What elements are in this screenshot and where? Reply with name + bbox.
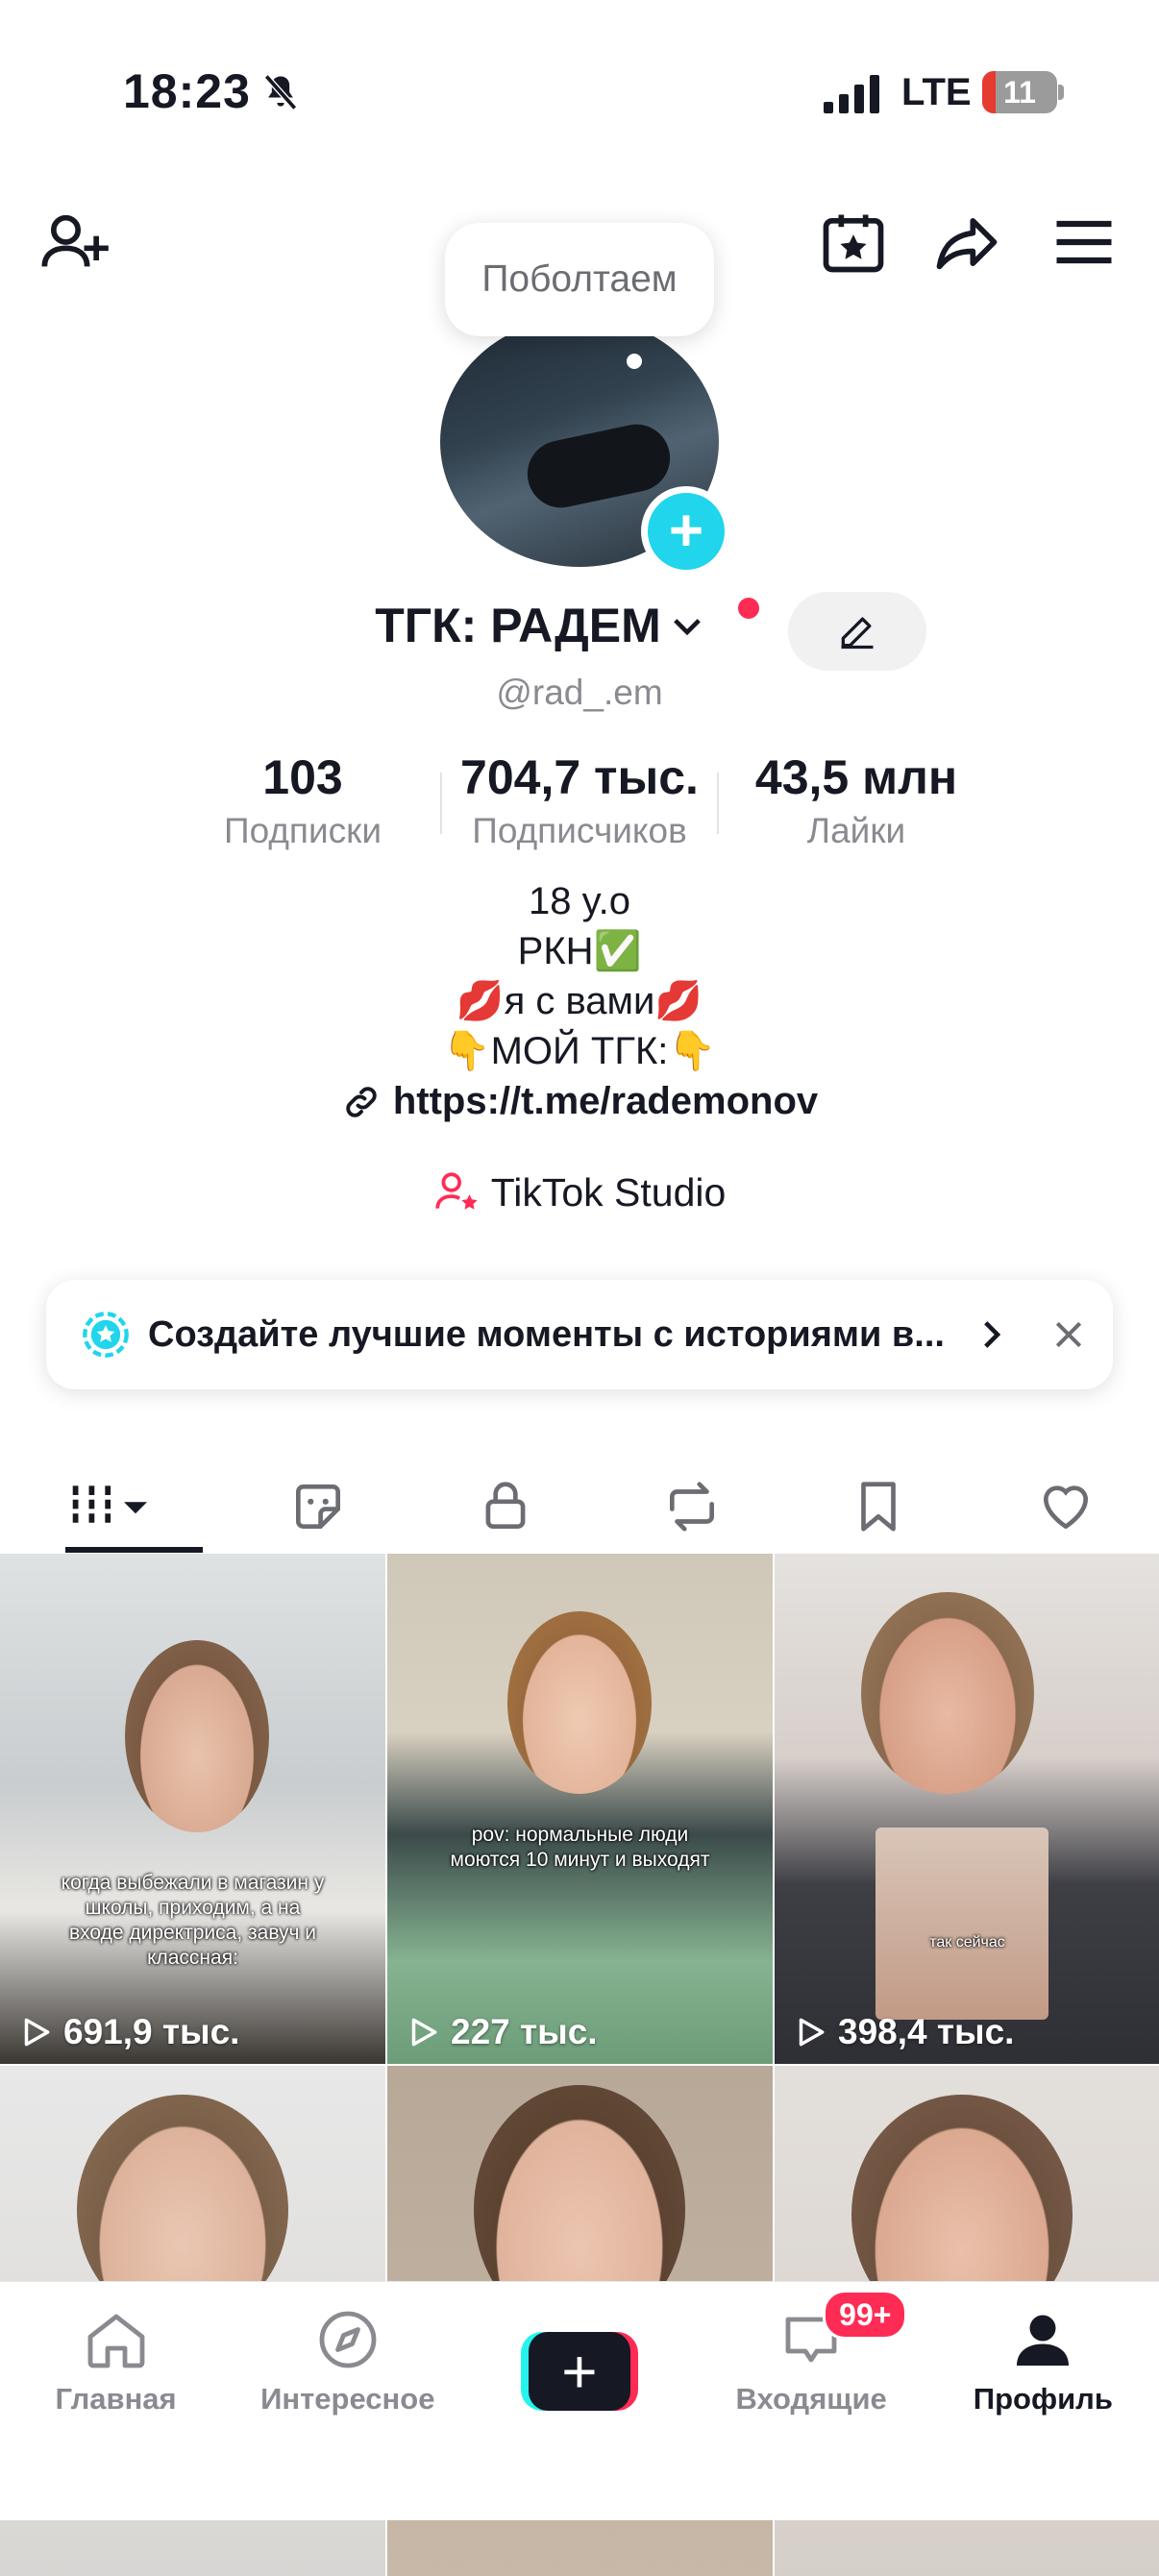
banner-text: Создайте лучшие моменты с историями в... — [148, 1313, 945, 1355]
bio-link[interactable]: https://t.me/rademonov — [0, 1080, 1159, 1123]
plus-icon: + — [528, 2332, 630, 2411]
note-bubble-tail — [627, 354, 642, 369]
notification-dot — [738, 598, 759, 619]
inbox-badge: 99+ — [823, 2290, 908, 2340]
view-count-text: 691,9 тыс. — [63, 2012, 240, 2051]
stat-following[interactable]: 103 Подписки — [173, 749, 432, 851]
compass-icon — [319, 2311, 377, 2368]
stat-likes[interactable]: 43,5 млн Лайки — [727, 749, 986, 851]
studio-label: TikTok Studio — [490, 1169, 727, 1214]
bell-muted-icon — [259, 71, 302, 113]
grid-icon — [72, 1485, 148, 1528]
chevron-right-icon[interactable] — [971, 1314, 1011, 1355]
stat-value: 43,5 млн — [754, 750, 958, 804]
profile-tabs — [0, 1460, 1159, 1553]
divider — [440, 773, 442, 834]
sticker-icon — [296, 1484, 341, 1529]
view-count: 398,4 тыс. — [792, 2012, 1014, 2052]
play-icon — [799, 2018, 825, 2047]
stat-label: Лайки — [806, 811, 906, 850]
stories-banner[interactable]: Создайте лучшие моменты с историями в... — [46, 1280, 1113, 1389]
bio-line: 💋я с вами💋 — [456, 980, 703, 1022]
bottom-nav: Главная Интересное + 99+ Входящие Профил… — [0, 2281, 1159, 2520]
view-count: 227 тыс. — [405, 2012, 598, 2052]
nav-home[interactable]: Главная — [11, 2282, 222, 2520]
video-thumbnail — [125, 1640, 269, 1832]
nav-label: Входящие — [735, 2382, 887, 2416]
active-tab-indicator — [65, 1547, 203, 1553]
nav-label: Интересное — [260, 2382, 435, 2416]
nickname: ТГК: РАДЕМ — [375, 599, 661, 652]
nickname-row[interactable]: ТГК: РАДЕМ — [0, 598, 1159, 653]
link-icon — [346, 1086, 377, 1117]
heart-icon — [1043, 1485, 1088, 1530]
nav-label: Профиль — [973, 2382, 1113, 2416]
video-tile[interactable]: когда выбежали в магазин у школы, приход… — [0, 1554, 385, 2064]
edit-profile-button[interactable] — [788, 592, 926, 671]
battery-cap — [1058, 85, 1064, 100]
signal-icon — [824, 75, 883, 113]
video-caption: так сейчас — [929, 1934, 1005, 1950]
tab-private[interactable] — [453, 1468, 558, 1545]
battery-level: 11 — [1003, 74, 1036, 110]
home-icon — [87, 2314, 144, 2368]
divider — [717, 773, 719, 834]
view-count-text: 227 тыс. — [451, 2012, 598, 2051]
bio-line: 18 y.o — [529, 880, 630, 922]
stats-row: 103 Подписки 704,7 тыс. Подписчиков 43,5… — [173, 749, 986, 851]
bio-line: 👇МОЙ ТГК:👇 — [442, 1030, 717, 1072]
tab-liked[interactable] — [1013, 1468, 1119, 1545]
repost-icon — [670, 1482, 715, 1532]
battery-icon: 11 — [982, 71, 1057, 113]
pencil-icon — [841, 617, 874, 650]
studio-icon — [434, 1172, 478, 1210]
video-thumbnail — [507, 1611, 652, 1794]
stat-label: Подписки — [223, 811, 382, 850]
stat-followers[interactable]: 704,7 тыс. Подписчиков — [450, 749, 709, 851]
link-text: https://t.me/rademonov — [392, 1080, 819, 1122]
close-icon[interactable] — [1049, 1315, 1088, 1354]
view-count: 691,9 тыс. — [17, 2012, 239, 2052]
nav-inbox[interactable]: 99+ Входящие — [705, 2282, 917, 2520]
username: @rad_.em — [496, 673, 663, 712]
profile-icon — [1017, 2315, 1070, 2366]
video-caption: когда выбежали в магазин у школы, приход… — [61, 1872, 325, 1969]
nav-create[interactable]: + — [474, 2282, 685, 2520]
nav-label: Главная — [55, 2382, 177, 2416]
stat-value: 704,7 тыс. — [460, 750, 699, 804]
nav-discover[interactable]: Интересное — [242, 2282, 454, 2520]
video-tile[interactable]: pov: нормальные люди моются 10 минут и в… — [387, 1554, 773, 2064]
play-icon — [24, 2018, 50, 2047]
tab-favorites[interactable] — [826, 1468, 931, 1545]
video-tile[interactable]: так сейчас 398,4 тыс. — [775, 1554, 1159, 2064]
add-friend-icon[interactable] — [38, 206, 111, 279]
tab-reposts[interactable] — [639, 1468, 745, 1545]
network-label: LTE — [901, 71, 972, 113]
tab-videos[interactable] — [40, 1468, 185, 1545]
video-inset — [875, 1828, 1048, 2020]
video-caption: pov: нормальные люди моются 10 минут и в… — [450, 1824, 710, 1871]
story-star-icon — [83, 1312, 129, 1358]
create-button[interactable]: + — [520, 2332, 638, 2411]
bio-line: РКН✅ — [517, 930, 642, 972]
bio: 18 y.o РКН✅ 💋я с вами💋 👇МОЙ ТГК:👇 — [0, 876, 1159, 1076]
stat-label: Подписчиков — [472, 811, 687, 850]
nav-profile[interactable]: Профиль — [937, 2282, 1148, 2520]
calendar-star-icon[interactable] — [817, 206, 890, 279]
play-icon — [411, 2018, 437, 2047]
share-icon[interactable] — [930, 206, 1003, 279]
lock-icon — [485, 1482, 526, 1529]
tab-stickers[interactable] — [265, 1468, 371, 1545]
stat-value: 103 — [262, 750, 343, 804]
add-story-button[interactable]: + — [641, 486, 731, 577]
chevron-down-icon — [673, 619, 701, 636]
note-bubble[interactable]: Поболтаем — [445, 223, 714, 336]
bookmark-icon — [861, 1482, 897, 1532]
status-time: 18:23 — [123, 64, 251, 118]
view-count-text: 398,4 тыс. — [838, 2012, 1015, 2051]
menu-icon[interactable] — [1048, 206, 1121, 279]
tiktok-studio-link[interactable]: TikTok Studio — [0, 1168, 1159, 1216]
video-thumbnail — [861, 1592, 1034, 1794]
